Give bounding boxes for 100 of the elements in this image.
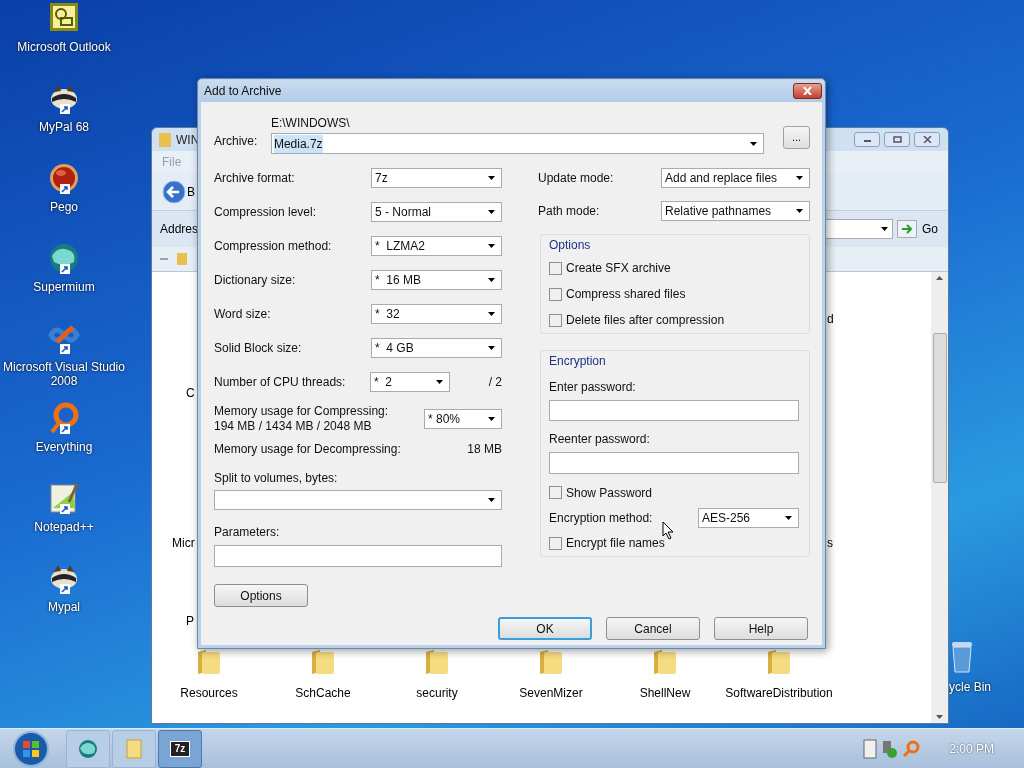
dialog-button[interactable]: Help: [714, 617, 808, 640]
archive-name-field[interactable]: Media.7z: [270, 133, 764, 154]
desktop-icon-label[interactable]: ycle Bin: [949, 678, 992, 696]
ball-icon: [48, 162, 80, 194]
maximize-button[interactable]: [884, 132, 910, 147]
dropdown[interactable]: * 4 GB: [371, 338, 502, 358]
close-icon: [922, 136, 932, 143]
magnifier-icon: [48, 402, 80, 436]
field-label: Enter password:: [549, 379, 637, 396]
folder-icon: [652, 648, 678, 676]
dropdown[interactable]: 7z: [371, 168, 502, 188]
close-button[interactable]: [914, 132, 940, 147]
taskbar-button[interactable]: 7z: [158, 729, 202, 768]
password-field[interactable]: [549, 452, 799, 474]
dropdown[interactable]: Relative pathnames: [661, 200, 810, 221]
caret-icon: [796, 208, 803, 213]
checkbox-label: Show Password: [566, 484, 653, 502]
field-label: Reenter password:: [549, 431, 651, 449]
field-label: Dictionary size:: [214, 272, 296, 289]
dropdown[interactable]: [214, 490, 502, 510]
archive-path: E:\WINDOWS\: [270, 116, 351, 130]
globe-icon: [48, 242, 80, 274]
parameters-field[interactable]: [214, 545, 502, 567]
file-label[interactable]: C: [186, 384, 195, 402]
go-button[interactable]: [897, 220, 917, 238]
file-label[interactable]: d: [827, 310, 834, 328]
folder-icon: [424, 648, 450, 676]
minimize-button[interactable]: [854, 132, 880, 147]
caret-icon: [785, 516, 792, 521]
desktop-icon-label[interactable]: Pego: [0, 200, 128, 214]
app-icon-label: 7z: [170, 740, 190, 757]
options-button[interactable]: Options: [214, 584, 308, 607]
folder-icon: [538, 648, 564, 676]
desktop-icon-label[interactable]: MyPal 68: [0, 120, 128, 134]
scrollbar[interactable]: [931, 272, 948, 723]
dropdown[interactable]: * LZMA2: [371, 236, 502, 256]
folder-label[interactable]: ShellNew: [639, 684, 691, 702]
shortcut-arrow-icon: [60, 424, 70, 434]
caret-icon: [436, 380, 443, 384]
dropdown[interactable]: * 32: [371, 304, 502, 324]
folder-icon: [766, 648, 792, 676]
field-label: Compression level:: [214, 204, 317, 221]
dialog-button[interactable]: Cancel: [606, 617, 700, 640]
group-title: Encryption: [549, 353, 607, 370]
desktop-icon-label[interactable]: Mypal: [0, 600, 128, 614]
caret-icon: [749, 141, 757, 146]
dropdown[interactable]: AES-256: [698, 508, 799, 529]
desktop-icon-label[interactable]: Microsoft Visual Studio 2008: [0, 360, 128, 388]
dropdown[interactable]: 5 - Normal: [371, 202, 502, 222]
caret-icon: [488, 346, 495, 350]
back-label[interactable]: B: [187, 182, 195, 201]
folder-label[interactable]: SevenMizer: [519, 684, 583, 702]
go-label[interactable]: Go: [922, 220, 938, 238]
desktop-icon-label[interactable]: Microsoft Outlook: [0, 40, 128, 54]
folder-label[interactable]: SchCache: [295, 684, 351, 702]
shortcut-arrow-icon: [60, 504, 70, 514]
desktop-icon-label[interactable]: Supermium: [0, 280, 128, 294]
folder-icon: [125, 737, 143, 760]
close-button[interactable]: [793, 83, 822, 99]
dropdown[interactable]: * 80%: [424, 409, 502, 429]
memory-usage-text: 194 MB / 1434 MB / 2048 MB: [214, 419, 373, 434]
address-label: Addres: [160, 221, 199, 238]
file-label[interactable]: s: [827, 534, 833, 552]
checkbox[interactable]: [549, 486, 562, 500]
checkbox[interactable]: [549, 536, 562, 550]
scrollbar-thumb[interactable]: [932, 332, 947, 483]
dropdown[interactable]: * 16 MB: [371, 270, 502, 290]
caret-icon: [488, 312, 495, 316]
caret-icon: [796, 175, 803, 180]
password-field[interactable]: [549, 400, 799, 422]
field-label: Parameters:: [214, 524, 281, 541]
dropdown[interactable]: * 2: [370, 372, 450, 392]
dropdown[interactable]: Add and replace files: [661, 167, 810, 188]
desktop-icon-label[interactable]: Everything: [0, 440, 128, 454]
checkbox[interactable]: [549, 313, 562, 327]
close-icon: [803, 87, 812, 95]
field-label: Memory usage for Decompressing:: [214, 441, 401, 458]
caret-icon: [488, 176, 495, 180]
checkbox-label: Delete files after compression: [566, 312, 725, 329]
dialog-button[interactable]: OK: [498, 617, 592, 640]
field-label: Split to volumes, bytes:: [214, 470, 339, 487]
caret-icon: [488, 417, 495, 421]
browse-button[interactable]: ...: [782, 126, 810, 149]
start-button-icon[interactable]: [12, 729, 50, 768]
folder-label[interactable]: security: [416, 684, 458, 702]
file-label[interactable]: P: [186, 612, 194, 630]
globe-icon: [77, 737, 99, 760]
checkbox[interactable]: [549, 261, 562, 275]
tray-device-icon: [863, 738, 878, 759]
folder-label[interactable]: Resources: [180, 684, 238, 702]
field-label: Number of CPU threads:: [214, 374, 347, 391]
field-label: Update mode:: [538, 169, 614, 187]
taskbar-button[interactable]: [112, 729, 156, 768]
desktop-icon-label[interactable]: Notepad++: [0, 520, 128, 534]
file-label[interactable]: Micr: [172, 534, 195, 552]
folder-label[interactable]: SoftwareDistribution: [725, 684, 833, 702]
folder-icon: [158, 131, 172, 148]
checkbox[interactable]: [549, 287, 562, 301]
group-title: Options: [549, 238, 591, 252]
taskbar-button[interactable]: [66, 729, 110, 768]
